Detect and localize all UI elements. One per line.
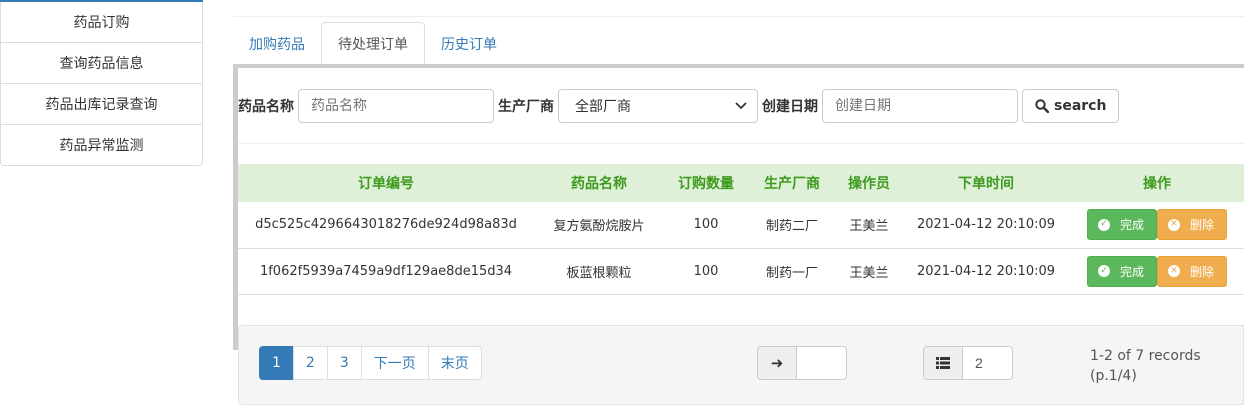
panel-top-border xyxy=(233,64,1244,68)
check-circle-icon: ✓ xyxy=(1098,218,1110,231)
orders-table: 订单编号 药品名称 订购数量 生产厂商 操作员 下单时间 操作 d5c525c4… xyxy=(238,164,1244,295)
sidebar-item-drug-info[interactable]: 查询药品信息 xyxy=(0,43,203,84)
delete-button-label: 删除 xyxy=(1190,218,1215,233)
header-drug-name: 药品名称 xyxy=(534,164,664,202)
create-date-label: 创建日期 xyxy=(762,99,818,115)
page-size-input[interactable] xyxy=(963,346,1013,380)
cell-order-id: 1f062f5939a7459a9df129ae8de15d34 xyxy=(238,248,534,295)
complete-button-label: 完成 xyxy=(1120,264,1145,279)
delete-button[interactable]: ✕ 删除 xyxy=(1157,255,1227,287)
chevron-down-icon xyxy=(735,102,747,110)
header-quantity: 订购数量 xyxy=(664,164,748,202)
manufacturer-label: 生产厂商 xyxy=(498,99,554,115)
create-date-input[interactable] xyxy=(822,89,1018,123)
cell-manufacturer: 制药一厂 xyxy=(748,248,836,295)
header-operator: 操作员 xyxy=(836,164,902,202)
manufacturer-selected: 全部厂商 xyxy=(575,99,631,115)
remove-circle-icon: ✕ xyxy=(1168,265,1180,277)
table-row: d5c525c4296643018276de924d98a83d 复方氨酚烷胺片… xyxy=(238,202,1244,249)
cell-order-id: d5c525c4296643018276de924d98a83d xyxy=(238,202,534,249)
complete-button[interactable]: ✓ 完成 xyxy=(1087,209,1157,241)
top-divider xyxy=(233,16,1244,17)
search-form: 药品名称 生产厂商 全部厂商 创建日期 search xyxy=(238,89,1120,123)
header-order-time: 下单时间 xyxy=(902,164,1070,202)
page-2-link[interactable]: 2 xyxy=(292,346,328,380)
cell-actions: ✓ 完成 ✕ 删除 xyxy=(1070,202,1244,249)
page-3-link[interactable]: 3 xyxy=(326,346,362,380)
cell-operator: 王美兰 xyxy=(836,202,902,249)
tab-pending-orders[interactable]: 待处理订单 xyxy=(321,22,425,66)
header-order-id: 订单编号 xyxy=(238,164,534,202)
next-page-link[interactable]: 下一页 xyxy=(360,346,429,380)
manufacturer-select[interactable]: 全部厂商 xyxy=(558,89,758,123)
list-icon xyxy=(936,357,950,369)
cell-quantity: 100 xyxy=(664,202,748,249)
cell-order-time: 2021-04-12 20:10:09 xyxy=(902,248,1070,295)
tab-add-drugs[interactable]: 加购药品 xyxy=(233,22,321,65)
table-row: 1f062f5939a7459a9df129ae8de15d34 板蓝根颗粒 1… xyxy=(238,248,1244,295)
table-header-row: 订单编号 药品名称 订购数量 生产厂商 操作员 下单时间 操作 xyxy=(238,164,1244,202)
cell-drug-name: 复方氨酚烷胺片 xyxy=(534,202,664,249)
drug-name-label: 药品名称 xyxy=(238,99,294,115)
complete-button-label: 完成 xyxy=(1120,218,1145,233)
pagination: 1 2 3 下一页 末页 xyxy=(259,346,482,380)
tab-bar: 加购药品 待处理订单 历史订单 xyxy=(233,22,1244,66)
header-actions: 操作 xyxy=(1070,164,1244,202)
sidebar-item-drug-order[interactable]: 药品订购 xyxy=(0,2,203,43)
page-size-button[interactable] xyxy=(923,346,963,380)
last-page-link[interactable]: 末页 xyxy=(427,346,482,380)
records-count: 1-2 of 7 records xyxy=(1090,348,1201,364)
complete-button[interactable]: ✓ 完成 xyxy=(1087,255,1157,287)
drug-name-input[interactable] xyxy=(298,89,494,123)
header-manufacturer: 生产厂商 xyxy=(748,164,836,202)
search-icon xyxy=(1035,99,1049,113)
cell-operator: 王美兰 xyxy=(836,248,902,295)
search-button-label: search xyxy=(1054,98,1107,114)
cell-drug-name: 板蓝根颗粒 xyxy=(534,248,664,295)
search-button[interactable]: search xyxy=(1022,89,1120,123)
sidebar-item-outbound-records[interactable]: 药品出库记录查询 xyxy=(0,84,203,125)
page-size-group xyxy=(923,346,1013,380)
tab-order-history[interactable]: 历史订单 xyxy=(425,22,513,65)
sidebar: 药品订购 查询药品信息 药品出库记录查询 药品异常监测 xyxy=(0,0,203,166)
goto-page-input[interactable] xyxy=(797,346,847,380)
cell-quantity: 100 xyxy=(664,248,748,295)
cell-order-time: 2021-04-12 20:10:09 xyxy=(902,202,1070,249)
search-divider xyxy=(238,143,1244,144)
remove-circle-icon: ✕ xyxy=(1168,218,1180,231)
delete-button[interactable]: ✕ 删除 xyxy=(1157,209,1227,241)
pagination-panel: 1 2 3 下一页 末页 ➜ 1-2 of 7 records (p.1/4) xyxy=(238,325,1244,405)
goto-page-group: ➜ xyxy=(757,346,847,380)
delete-button-label: 删除 xyxy=(1190,264,1215,279)
check-circle-icon: ✓ xyxy=(1098,265,1110,277)
records-info: 1-2 of 7 records (p.1/4) xyxy=(1090,346,1201,386)
records-page: (p.1/4) xyxy=(1090,368,1137,384)
cell-actions: ✓ 完成 ✕ 删除 xyxy=(1070,248,1244,295)
arrow-right-icon: ➜ xyxy=(770,354,784,372)
goto-page-button[interactable]: ➜ xyxy=(757,346,797,380)
sidebar-item-anomaly-monitor[interactable]: 药品异常监测 xyxy=(0,125,203,166)
cell-manufacturer: 制药二厂 xyxy=(748,202,836,249)
page-1-link[interactable]: 1 xyxy=(259,346,294,380)
